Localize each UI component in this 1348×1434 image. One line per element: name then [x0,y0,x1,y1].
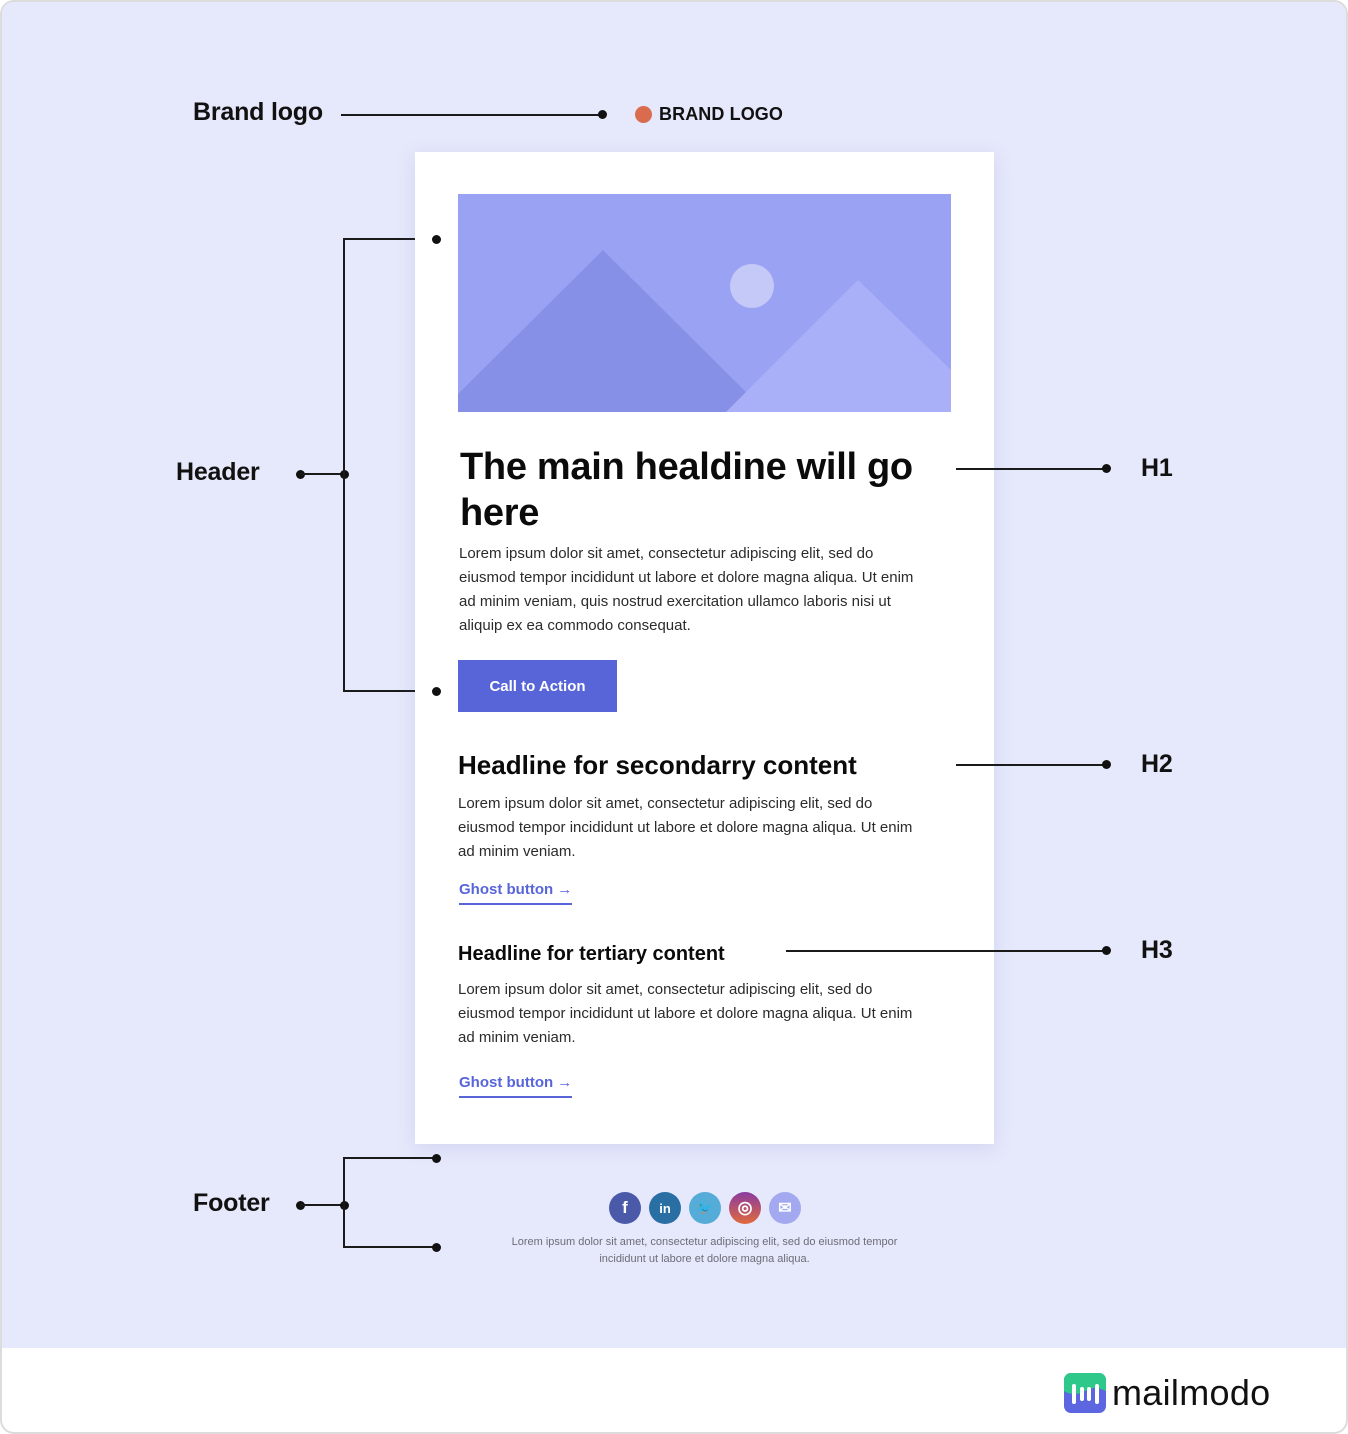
annotation-header-label: Header [176,458,260,486]
annotation-footer-bracket-top [343,1157,436,1159]
annotation-h3-label: H3 [1141,936,1173,964]
social-icons: f in 🐦 ◎ ✉ [609,1192,801,1224]
footer-text: Lorem ipsum dolor sit amet, consectetur … [511,1236,898,1265]
annotation-header-dot-bottom [432,687,441,696]
call-to-action-button[interactable]: Call to Action [458,660,617,712]
annotation-header-stem [300,473,344,475]
annotation-footer-bracket-vertical [343,1157,345,1248]
annotation-footer-dot-bottom [432,1243,441,1252]
annotation-header-bracket-vertical [343,238,345,691]
h2-body-text: Lorem ipsum dolor sit amet, consectetur … [458,795,913,860]
mail-icon[interactable]: ✉ [769,1192,801,1224]
email-template-card: The main healdine will go here Lorem ips… [415,152,994,1144]
ghost-button-2[interactable]: Ghost button → [459,1074,573,1098]
annotation-h3-line [786,950,1107,952]
instagram-icon[interactable]: ◎ [729,1192,761,1224]
annotation-h1-dot [1102,464,1111,473]
diagram-frame: Brand logo BRAND LOGO Header The main he… [0,0,1348,1434]
headline-h3: Headline for tertiary content [458,943,725,965]
annotation-footer-label: Footer [193,1189,270,1217]
linkedin-icon[interactable]: in [649,1192,681,1224]
hero-sun [730,264,774,308]
diagram-canvas: Brand logo BRAND LOGO Header The main he… [2,2,1346,1348]
mailmodo-logo-icon [1064,1373,1106,1413]
headline-h1: The main healdine will go here [460,446,913,534]
annotation-header-dot-top [432,235,441,244]
hero-image-placeholder-icon [458,194,951,412]
h3-body-text: Lorem ipsum dolor sit amet, consectetur … [458,981,913,1046]
brand-logo-text: BRAND LOGO [659,104,783,124]
h1-body-text: Lorem ipsum dolor sit amet, consectetur … [459,545,914,634]
brand-logo[interactable]: BRAND LOGO [635,104,783,125]
annotation-footer-dot-top [432,1154,441,1163]
annotation-h2-dot [1102,760,1111,769]
annotation-brand-logo-dot [598,110,607,119]
annotation-h1-label: H1 [1141,454,1173,482]
annotation-h3-dot [1102,946,1111,955]
annotation-h2-line [956,764,1107,766]
headline-h2: Headline for secondarry content [458,750,857,780]
twitter-icon[interactable]: 🐦 [689,1192,721,1224]
brand-logo-dot-icon [635,106,652,123]
annotation-h2-label: H2 [1141,750,1173,778]
mailmodo-wordmark: mailmodo [1112,1372,1271,1413]
facebook-icon[interactable]: f [609,1192,641,1224]
mailmodo-mark [1064,1373,1106,1413]
annotation-footer-bracket-bottom [343,1246,436,1248]
annotation-h1-line [956,468,1107,470]
ghost-button-1[interactable]: Ghost button → [459,881,573,905]
mailmodo-logo: mailmodo [1064,1372,1270,1414]
annotation-footer-stem [300,1204,344,1206]
annotation-brand-logo-label: Brand logo [193,98,323,126]
annotation-brand-logo-line [341,114,603,116]
